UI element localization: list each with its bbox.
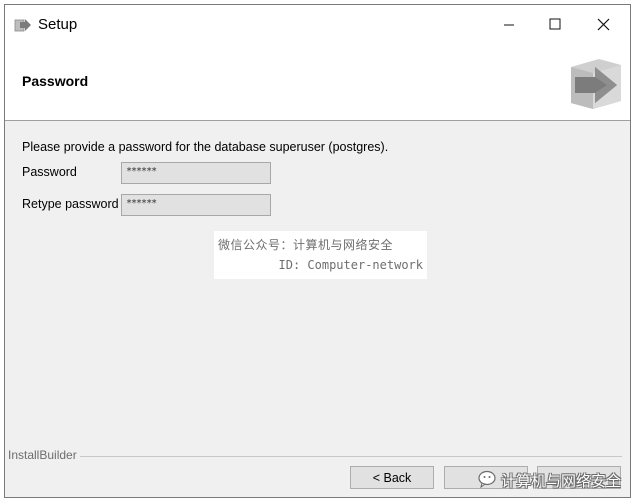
wechat-logo-icon bbox=[478, 470, 496, 489]
content-area: Please provide a password for the databa… bbox=[5, 121, 630, 451]
page-title: Password bbox=[22, 73, 89, 89]
watermark-line-2: ID: Computer-network bbox=[278, 258, 424, 272]
watermark-line-1: 微信公众号：计算机与网络安全 bbox=[218, 238, 394, 252]
password-label: Password bbox=[22, 165, 77, 179]
installer-app-icon bbox=[14, 17, 32, 33]
retype-password-input[interactable]: ****** bbox=[121, 194, 271, 216]
footer-divider bbox=[80, 456, 622, 457]
setup-window: Setup Password Please provide a password… bbox=[4, 4, 631, 498]
maximize-button[interactable] bbox=[532, 5, 578, 43]
wechat-badge-text: 计算机与网络安全 bbox=[501, 473, 622, 490]
wechat-watermark: 微信公众号：计算机与网络安全 ID: Computer-network bbox=[214, 231, 427, 279]
title-bar[interactable]: Setup bbox=[5, 5, 630, 43]
maximize-icon bbox=[549, 18, 561, 30]
password-prompt: Please provide a password for the databa… bbox=[22, 140, 389, 154]
minimize-icon bbox=[504, 24, 514, 26]
installbuilder-arrow-logo bbox=[561, 49, 627, 113]
password-input[interactable]: ****** bbox=[121, 162, 271, 184]
close-button[interactable] bbox=[580, 5, 626, 43]
wechat-badge: 计算机与网络安全 bbox=[475, 464, 625, 494]
installbuilder-brand-label: InstallBuilder bbox=[8, 448, 79, 462]
close-icon bbox=[597, 18, 609, 30]
window-title: Setup bbox=[38, 16, 78, 33]
minimize-button[interactable] bbox=[486, 5, 532, 43]
back-button[interactable]: < Back bbox=[350, 466, 434, 489]
retype-password-label: Retype password bbox=[22, 197, 119, 211]
page-header: Password bbox=[5, 43, 630, 121]
